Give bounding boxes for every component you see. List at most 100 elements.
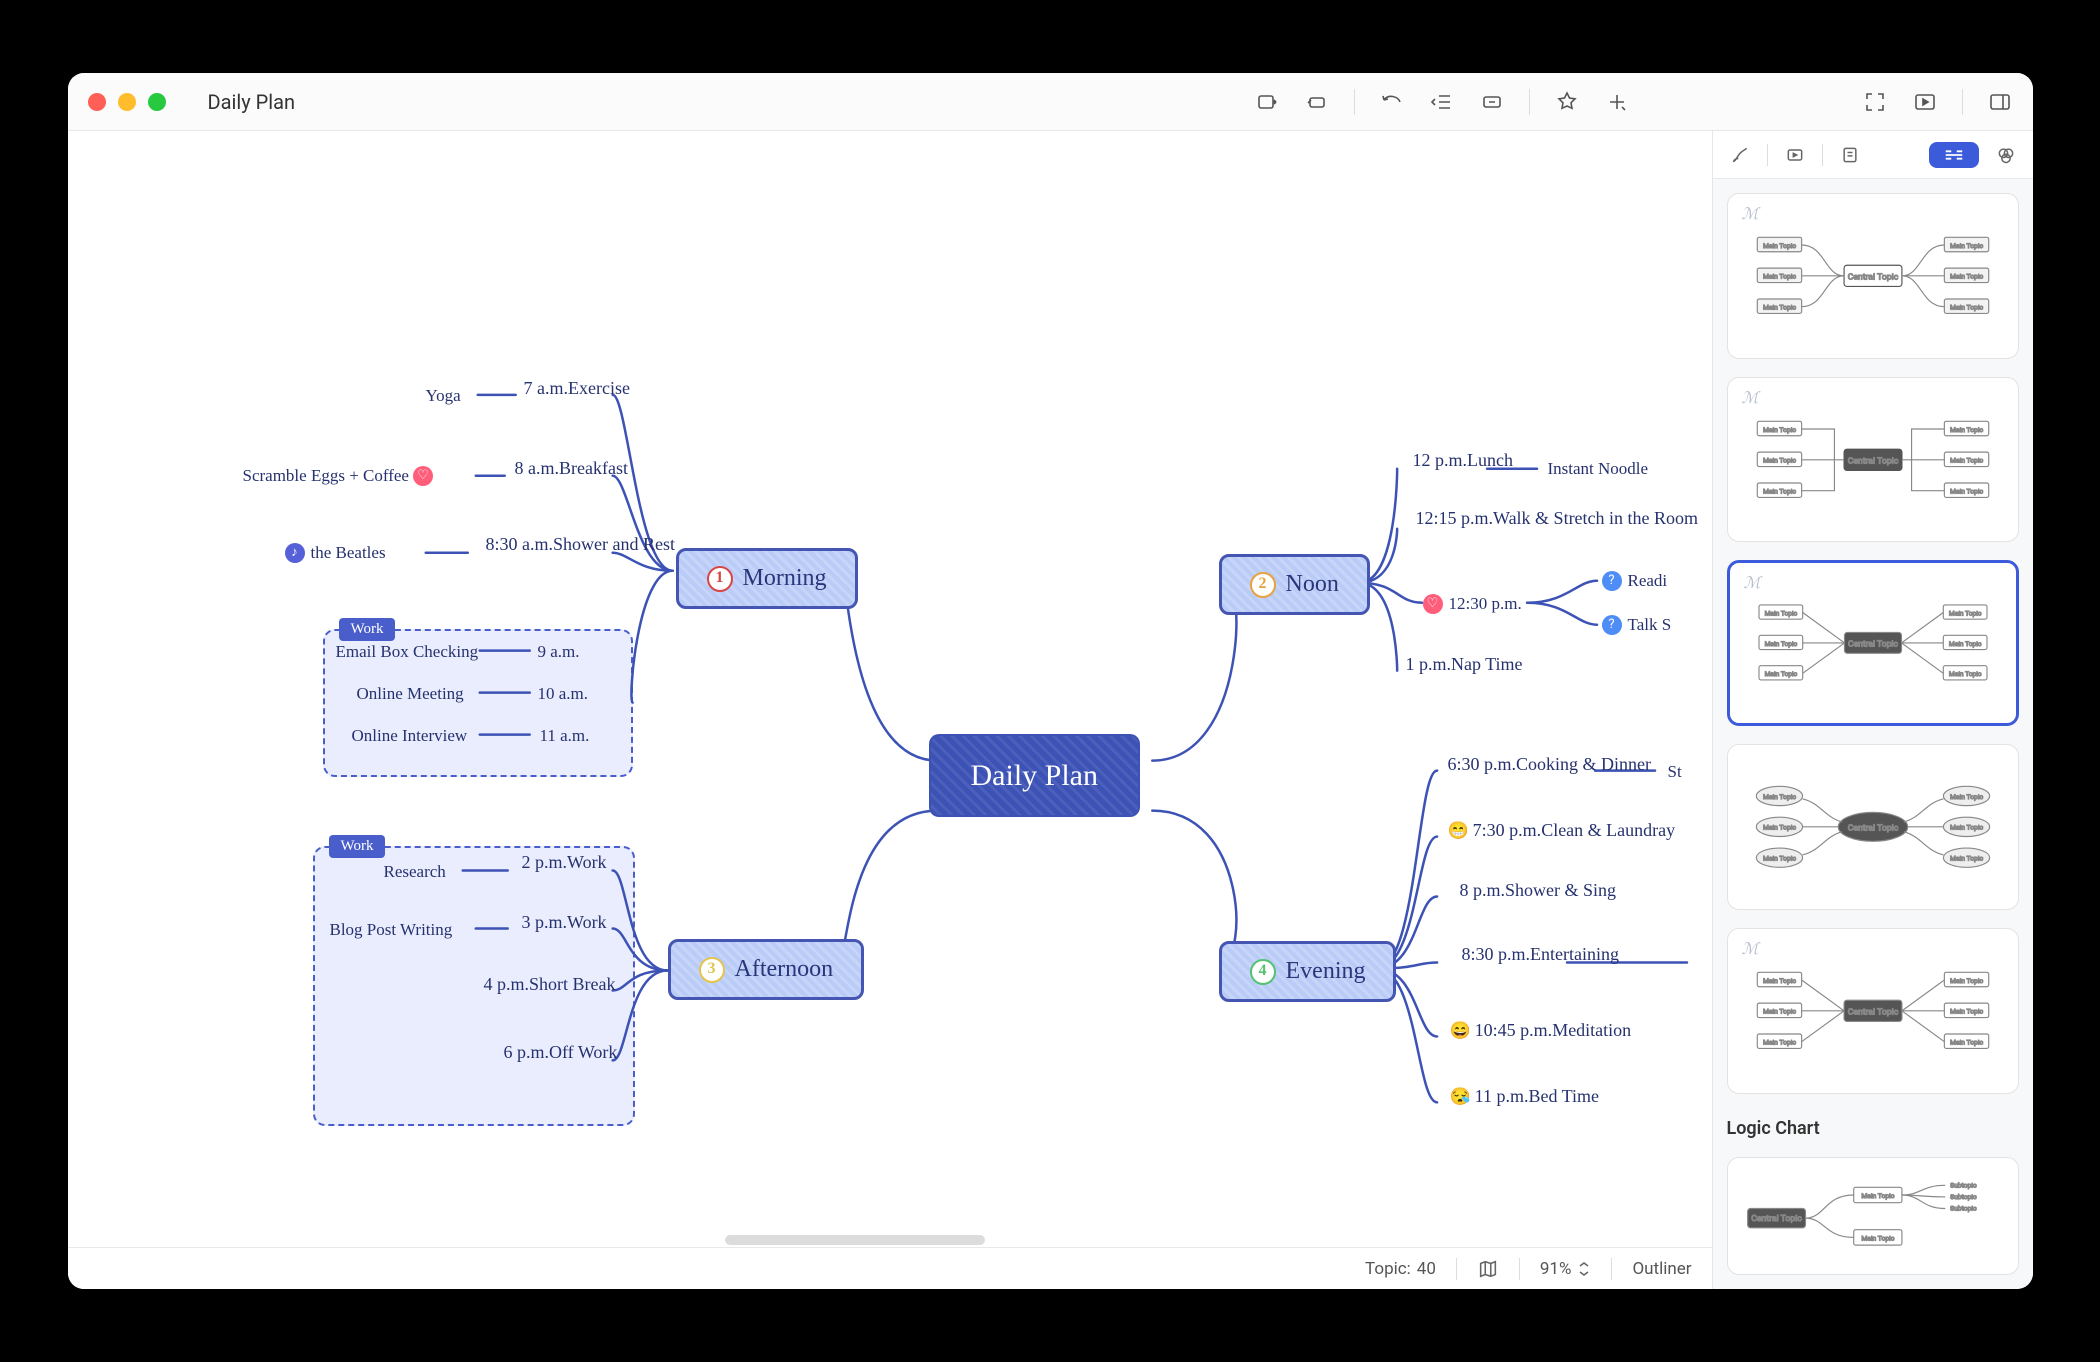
central-topic[interactable]: Daily Plan bbox=[929, 734, 1141, 817]
svg-text:Main Topic: Main Topic bbox=[1950, 273, 1983, 281]
topic-meeting[interactable]: Online Meeting bbox=[357, 683, 464, 705]
svg-text:Main Topic: Main Topic bbox=[1950, 242, 1983, 250]
branch-morning[interactable]: 1 Morning bbox=[676, 548, 858, 609]
horizontal-scrollbar[interactable] bbox=[725, 1235, 985, 1245]
topic-blog[interactable]: Blog Post Writing bbox=[330, 919, 453, 941]
priority-2-icon: 2 bbox=[1250, 572, 1276, 598]
topic-reading[interactable]: ?Readi bbox=[1602, 570, 1668, 592]
share-icon[interactable] bbox=[1254, 89, 1280, 115]
topic-interview-time[interactable]: 11 a.m. bbox=[540, 725, 590, 747]
svg-text:Main Topic: Main Topic bbox=[1762, 426, 1795, 434]
canvas[interactable]: Work Work bbox=[68, 131, 1712, 1289]
topic-beatles[interactable]: ♪the Beatles bbox=[285, 542, 386, 564]
svg-text:Central Topic: Central Topic bbox=[1847, 1008, 1898, 1018]
structure-thumb-5[interactable]: ℳ Central Topic Main Topic Main Topic Ma… bbox=[1727, 928, 2019, 1094]
topic-2pm-work[interactable]: 2 p.m.Work bbox=[522, 851, 607, 874]
map-view-icon[interactable] bbox=[1477, 1258, 1499, 1280]
central-topic-label: Daily Plan bbox=[971, 756, 1099, 795]
close-window-button[interactable] bbox=[88, 93, 106, 111]
topic-3pm-work[interactable]: 3 p.m.Work bbox=[522, 911, 607, 934]
question-icon: ? bbox=[1602, 571, 1622, 591]
branch-noon[interactable]: 2 Noon bbox=[1219, 554, 1370, 615]
topic-1230[interactable]: ♡12:30 p.m. bbox=[1423, 593, 1522, 615]
svg-text:Subtopic: Subtopic bbox=[1950, 1192, 1977, 1200]
topic-email[interactable]: Email Box Checking bbox=[336, 641, 479, 663]
topic-breakfast[interactable]: 8 a.m.Breakfast bbox=[515, 457, 628, 480]
svg-text:Main Topic: Main Topic bbox=[1950, 487, 1983, 495]
topic-cooking[interactable]: 6:30 p.m.Cooking & Dinner bbox=[1448, 753, 1652, 776]
minimize-window-button[interactable] bbox=[118, 93, 136, 111]
topic-offwork[interactable]: 6 p.m.Off Work bbox=[504, 1041, 618, 1064]
smile-emoji-icon: 😄 bbox=[1450, 1020, 1471, 1042]
topic-nap[interactable]: 1 p.m.Nap Time bbox=[1406, 653, 1523, 676]
svg-text:Central Topic: Central Topic bbox=[1751, 1214, 1802, 1224]
topic-walk[interactable]: 12:15 p.m.Walk & Stretch in the Room bbox=[1416, 507, 1699, 530]
topic-shower-sing[interactable]: 8 p.m.Shower & Sing bbox=[1460, 879, 1617, 902]
topic-research[interactable]: Research bbox=[384, 861, 446, 883]
topic-talk[interactable]: ?Talk S bbox=[1602, 614, 1672, 636]
structure-thumb-2[interactable]: ℳ Central Topic Main Topic Main Topic Ma… bbox=[1727, 377, 2019, 543]
svg-text:Main Topic: Main Topic bbox=[1762, 304, 1795, 312]
outdent-icon[interactable] bbox=[1429, 89, 1455, 115]
svg-text:Main Topic: Main Topic bbox=[1950, 977, 1983, 985]
topic-cooking-detail[interactable]: St bbox=[1668, 761, 1682, 783]
note-icon[interactable] bbox=[1837, 142, 1863, 168]
grin-emoji-icon: 😁 bbox=[1448, 820, 1469, 842]
svg-text:Main Topic: Main Topic bbox=[1950, 1038, 1983, 1046]
topic-interview[interactable]: Online Interview bbox=[352, 725, 468, 747]
branch-label: Noon bbox=[1286, 569, 1339, 600]
slide-icon[interactable] bbox=[1782, 142, 1808, 168]
app-window: Daily Plan Work bbox=[68, 73, 2033, 1289]
fullscreen-icon[interactable] bbox=[1862, 89, 1888, 115]
add-icon[interactable] bbox=[1604, 89, 1630, 115]
topic-email-time[interactable]: 9 a.m. bbox=[538, 641, 580, 663]
svg-text:Main Topic: Main Topic bbox=[1762, 793, 1795, 801]
structure-thumb-3[interactable]: ℳ Central Topic Main Topic Main Topic Ma… bbox=[1727, 560, 2019, 726]
toolbar-right bbox=[1862, 89, 2013, 115]
branch-label: Morning bbox=[743, 563, 827, 594]
zoom-window-button[interactable] bbox=[148, 93, 166, 111]
brush-icon[interactable] bbox=[1727, 142, 1753, 168]
structure-thumb-logic-1[interactable]: Central Topic Main Topic Main Topic Subt… bbox=[1727, 1157, 2019, 1275]
structure-button[interactable] bbox=[1929, 142, 1979, 168]
structure-list[interactable]: ℳ Central Topic Main Topic Main Topic Ma… bbox=[1713, 179, 2033, 1289]
svg-text:Main Topic: Main Topic bbox=[1764, 610, 1797, 618]
topic-exercise[interactable]: 7 a.m.Exercise bbox=[524, 377, 630, 400]
zoom-control[interactable]: 91% bbox=[1540, 1259, 1592, 1279]
svg-text:Main Topic: Main Topic bbox=[1948, 640, 1981, 648]
branch-afternoon[interactable]: 3 Afternoon bbox=[668, 939, 865, 1000]
svg-text:Main Topic: Main Topic bbox=[1950, 855, 1983, 863]
sidebar-toolbar bbox=[1713, 131, 2033, 179]
outliner-button[interactable]: Outliner bbox=[1632, 1259, 1691, 1279]
topic-noodle[interactable]: Instant Noodle bbox=[1548, 458, 1649, 480]
svg-text:Main Topic: Main Topic bbox=[1950, 1008, 1983, 1016]
document-title: Daily Plan bbox=[208, 90, 296, 114]
undo-icon[interactable] bbox=[1379, 89, 1405, 115]
svg-text:Main Topic: Main Topic bbox=[1762, 1038, 1795, 1046]
toolbar-center bbox=[1254, 89, 1630, 115]
panels-icon[interactable] bbox=[1987, 89, 2013, 115]
svg-text:Central Topic: Central Topic bbox=[1847, 273, 1898, 283]
topic-yoga[interactable]: Yoga bbox=[426, 385, 461, 407]
style-icon[interactable] bbox=[1993, 142, 2019, 168]
collapse-icon[interactable] bbox=[1479, 89, 1505, 115]
topic-break[interactable]: 4 p.m.Short Break bbox=[484, 973, 616, 996]
favorite-icon: ♡ bbox=[413, 466, 433, 486]
topic-meeting-time[interactable]: 10 a.m. bbox=[538, 683, 589, 705]
star-icon[interactable] bbox=[1554, 89, 1580, 115]
topic-entertain[interactable]: 8:30 p.m.Entertaining bbox=[1462, 943, 1620, 966]
pointer-icon[interactable] bbox=[1304, 89, 1330, 115]
svg-text:Main Topic: Main Topic bbox=[1950, 824, 1983, 832]
svg-text:Main Topic: Main Topic bbox=[1762, 242, 1795, 250]
structure-thumb-4[interactable]: Central Topic Main Topic Main Topic Main… bbox=[1727, 744, 2019, 910]
present-icon[interactable] bbox=[1912, 89, 1938, 115]
topic-meditation[interactable]: 😄10:45 p.m.Meditation bbox=[1450, 1019, 1632, 1042]
topic-lunch[interactable]: 12 p.m.Lunch bbox=[1413, 449, 1514, 472]
section-heading-logic: Logic Chart bbox=[1727, 1118, 2019, 1139]
topic-clean[interactable]: 😁7:30 p.m.Clean & Laundray bbox=[1448, 819, 1676, 842]
structure-thumb-1[interactable]: ℳ Central Topic Main Topic Main Topic Ma… bbox=[1727, 193, 2019, 359]
branch-evening[interactable]: 4 Evening bbox=[1219, 941, 1397, 1002]
topic-scramble-eggs[interactable]: Scramble Eggs + Coffee ♡ bbox=[243, 465, 439, 487]
topic-bedtime[interactable]: 😪11 p.m.Bed Time bbox=[1450, 1085, 1600, 1108]
topic-shower[interactable]: 8:30 a.m.Shower and Rest bbox=[486, 533, 675, 556]
